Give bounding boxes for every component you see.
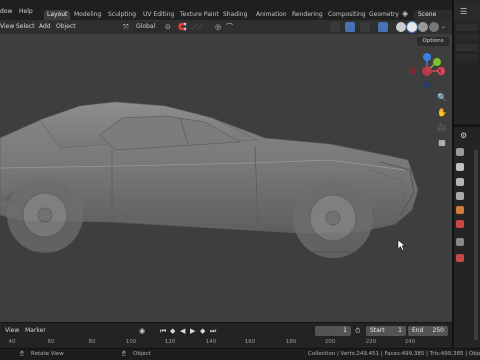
frame-tick: 120 [164, 339, 176, 345]
wireframe-shading-icon[interactable] [396, 22, 406, 32]
frame-tick: 100 [125, 339, 137, 345]
rendered-shading-icon[interactable] [429, 22, 439, 32]
start-value: 1 [398, 327, 402, 334]
viewport-select-menu[interactable]: Select [16, 22, 35, 32]
frame-tick: 180 [285, 339, 297, 345]
view-layer-tab-icon[interactable] [456, 192, 464, 200]
solid-shading-icon[interactable] [407, 22, 417, 32]
frame-tick: 40 [8, 339, 16, 345]
viewport-view-menu[interactable]: View [0, 22, 14, 32]
next-keyframe-icon[interactable]: ◆ [200, 326, 210, 336]
frame-tick: 200 [324, 339, 336, 345]
mouse-icon: 🖱 [20, 350, 24, 357]
timeline-marker-menu[interactable]: Marker [25, 326, 46, 336]
collection-tab-icon[interactable] [456, 238, 464, 246]
proportional-edit-icon[interactable]: ◎ [215, 22, 225, 32]
scene-icon: ◈ [402, 9, 409, 18]
tab-texture-paint[interactable]: Texture Paint [177, 10, 222, 20]
outliner-row[interactable] [456, 24, 478, 31]
start-label: Start [370, 327, 385, 334]
frame-tick: 160 [244, 339, 256, 345]
frame-tick: 240 [404, 339, 416, 345]
tab-compositing[interactable]: Compositing [325, 10, 369, 20]
play-icon[interactable]: ▶ [190, 326, 200, 336]
status-hint-rotate: Rotate View [31, 351, 64, 357]
render-tab-icon[interactable] [456, 163, 464, 171]
pan-hand-icon[interactable]: ✋ [436, 107, 448, 119]
zoom-icon[interactable]: 🔍 [436, 92, 448, 104]
3d-viewport[interactable] [0, 20, 452, 322]
frame-tick: 140 [205, 339, 217, 345]
tab-rendering[interactable]: Rendering [289, 10, 326, 20]
tab-geometry-nodes[interactable]: Geometry N [366, 10, 400, 20]
status-hint-object: Object [133, 351, 151, 357]
panel-divider [454, 124, 480, 127]
tab-modeling[interactable]: Modeling [71, 10, 104, 20]
transform-orientation-dropdown[interactable]: Global [133, 22, 163, 32]
xray-toggle-icon[interactable] [378, 22, 388, 32]
prev-keyframe-icon[interactable]: ◆ [170, 326, 180, 336]
viewport-add-menu[interactable]: Add [39, 22, 51, 32]
gizmo-toggle-icon[interactable] [345, 22, 355, 32]
perspective-grid-icon[interactable]: ▦ [436, 137, 448, 149]
mouse-cursor [397, 239, 406, 251]
output-tab-icon[interactable] [456, 178, 464, 186]
snap-target-dropdown[interactable]: ⋰⋰ [191, 22, 211, 32]
end-frame-field[interactable]: End 250 [408, 326, 448, 336]
jump-start-icon[interactable]: ⏮ [160, 326, 170, 336]
falloff-icon[interactable]: ⌒ [226, 22, 236, 32]
scene-tab-icon[interactable] [456, 206, 464, 214]
snap-icon[interactable]: 🧲 [178, 22, 188, 32]
frame-tick: 60 [47, 339, 55, 345]
window-menu[interactable]: dow [0, 7, 12, 17]
timeline-view-menu[interactable]: View [5, 326, 19, 336]
pivot-point-icon[interactable]: ⊙ [165, 22, 175, 32]
properties-icon[interactable]: ⚙ [460, 131, 470, 141]
frame-tick: 80 [88, 339, 96, 345]
viewport-object-menu[interactable]: Object [56, 22, 76, 32]
outliner-row[interactable] [456, 34, 478, 41]
outliner-icon[interactable]: ☰ [460, 7, 470, 17]
options-dropdown[interactable]: Options [417, 37, 449, 46]
tab-shading[interactable]: Shading [220, 10, 250, 20]
car-model [0, 101, 452, 258]
camera-view-icon[interactable]: 🎥 [436, 122, 448, 134]
outliner-row[interactable] [456, 54, 478, 61]
tab-layout[interactable]: Layout [44, 10, 71, 20]
jump-end-icon[interactable]: ⏭ [210, 326, 220, 336]
overlays-icon[interactable] [360, 22, 370, 32]
start-frame-field[interactable]: Start 1 [366, 326, 406, 336]
material-shading-icon[interactable] [418, 22, 428, 32]
frame-tick: 220 [365, 339, 377, 345]
tab-animation[interactable]: Animation [253, 10, 290, 20]
tool-tab-icon[interactable] [456, 148, 464, 156]
help-menu[interactable]: Help [19, 7, 33, 17]
clock-icon: ⏱ [355, 327, 361, 335]
keyframe-record-icon[interactable]: ◉ [139, 326, 149, 336]
world-tab-icon[interactable] [456, 220, 464, 228]
top-bar: dow Help Layout Modeling Sculpting UV Ed… [0, 0, 480, 20]
play-reverse-icon[interactable]: ◀ [180, 326, 190, 336]
tab-sculpting[interactable]: Sculpting [105, 10, 139, 20]
visibility-icon[interactable] [330, 22, 340, 32]
outliner-row[interactable] [456, 44, 478, 51]
properties-scrollbar[interactable] [474, 150, 478, 340]
tab-uv-editing[interactable]: UV Editing [140, 10, 177, 20]
end-label: End [412, 327, 424, 334]
scene-statistics: Collection | Verts:249,451 | Faces:499,3… [308, 351, 480, 357]
transform-orientation-icon: ⤧ [123, 23, 129, 31]
end-value: 250 [432, 327, 444, 334]
shading-options-icon[interactable]: ⌄ [441, 22, 449, 32]
gizmo-x-label: X [438, 69, 442, 75]
mouse-icon: 🖱 [122, 350, 126, 357]
texture-tab-icon[interactable] [456, 254, 464, 262]
current-frame-field[interactable]: 1 [315, 326, 351, 336]
